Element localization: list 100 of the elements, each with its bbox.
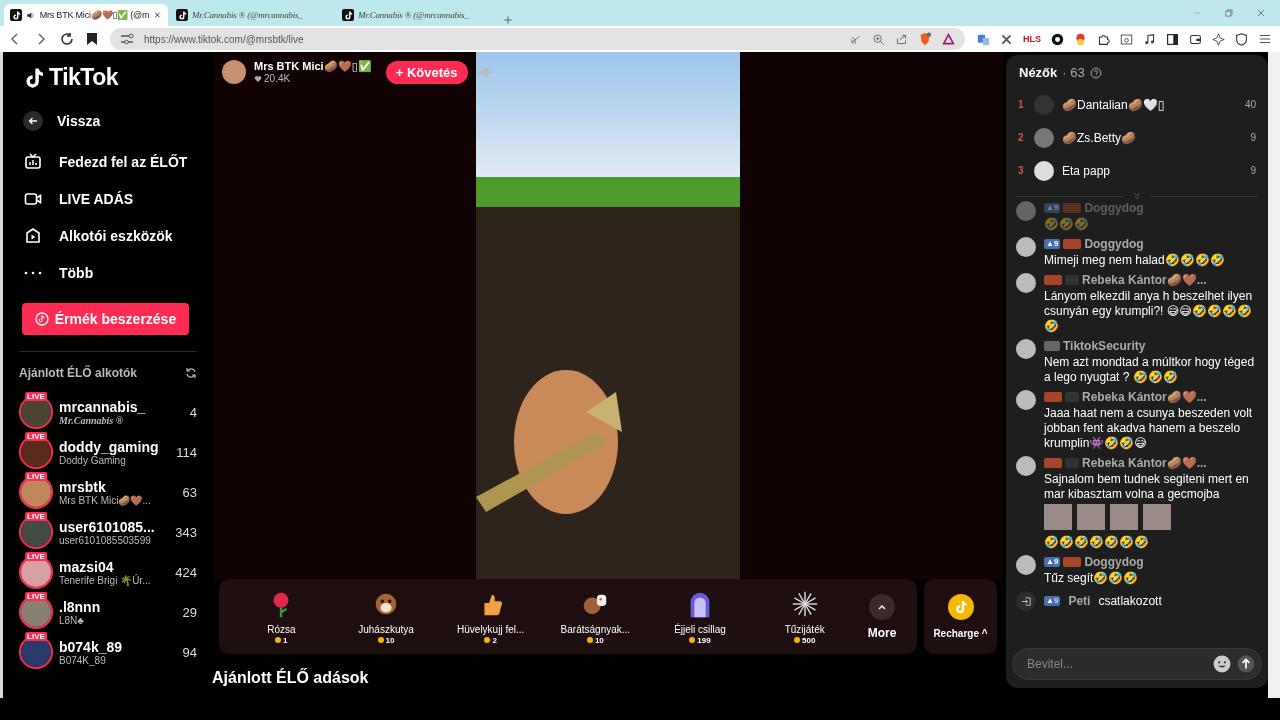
- new-tab-icon[interactable]: [502, 14, 514, 26]
- refresh-icon[interactable]: [185, 367, 197, 379]
- live-badge: LIVE: [25, 512, 47, 521]
- creator-username: doddy_gaming: [59, 438, 160, 455]
- color-ball-icon[interactable]: [1074, 32, 1087, 46]
- extension-label[interactable]: HLS: [1023, 34, 1041, 44]
- menu-icon[interactable]: [1258, 32, 1272, 46]
- avatar-circle: [1034, 160, 1054, 181]
- user-name[interactable]: Doggydog: [1084, 555, 1144, 569]
- user-name[interactable]: Rebeka Kántor🥔🤎...: [1082, 456, 1207, 470]
- gift-item[interactable]: Hüvelykujj fel... 2: [438, 588, 543, 645]
- live-badge: LIVE: [25, 392, 47, 401]
- user-name[interactable]: Rebeka Kántor🥔🤎...: [1082, 390, 1207, 404]
- share-arrow-icon[interactable]: [475, 64, 492, 80]
- top-viewer-item[interactable]: 1 🥔Dantalian🥔🤍▯ 40: [1006, 88, 1268, 121]
- reload-icon[interactable]: [60, 32, 74, 46]
- tiktok-favicon-icon: [342, 9, 354, 21]
- site-settings-icon[interactable]: [120, 33, 134, 45]
- triangle-icon[interactable]: [942, 32, 955, 46]
- user-name[interactable]: Doggydog: [1084, 237, 1144, 251]
- puzzle-icon[interactable]: [1097, 32, 1110, 46]
- viewer-score: 9: [1250, 132, 1256, 143]
- get-coins-button[interactable]: Érmék beszerzése: [22, 303, 189, 335]
- send-icon[interactable]: [1237, 655, 1255, 673]
- tab-title: Mrs BTK Mici🥔🤎▯✅ (@m: [39, 10, 150, 20]
- message-text: 🤣🤣🤣: [1044, 217, 1090, 232]
- gift-item[interactable]: Tűzijáték 500: [752, 588, 858, 645]
- enter-icon: [1016, 591, 1036, 611]
- nav-item[interactable]: LIVE ADÁS: [19, 180, 197, 217]
- sparkle-icon[interactable]: [1212, 32, 1225, 46]
- browser-tab[interactable]: Mr.Cannabis ® (@mrcannabis_: [170, 4, 334, 26]
- creator-item[interactable]: LIVE .l8nnn L8N♣ 29: [19, 592, 197, 632]
- top-viewer-item[interactable]: 3 Eta papp 9: [1006, 154, 1268, 187]
- browser-tab[interactable]: Mr.Cannabis ® (@mrcannabis_: [336, 4, 500, 26]
- comment-input[interactable]: Bevitel...: [1025, 656, 1207, 672]
- nav-item[interactable]: Fedezd fel az ÉLŐT: [19, 143, 197, 180]
- music-note-icon[interactable]: [1143, 32, 1156, 46]
- gift-item[interactable]: Juhászkutya 10: [333, 588, 439, 645]
- share-icon[interactable]: [895, 32, 908, 46]
- heart-icon: [254, 74, 262, 83]
- circle-logo-icon[interactable]: [1051, 32, 1064, 46]
- nav-item[interactable]: Több: [19, 254, 197, 291]
- user-name[interactable]: Rebeka Kántor🥔🤎...: [1082, 273, 1207, 287]
- gift-item[interactable]: Rózsa 1: [229, 588, 334, 645]
- viewer-score: 40: [1244, 99, 1256, 110]
- gift-name: Hüvelykujj fel...: [457, 623, 525, 635]
- more-button[interactable]: More: [857, 592, 908, 641]
- gift-name: Barátságnyak...: [560, 623, 631, 635]
- lion-shield-icon[interactable]: [918, 32, 932, 46]
- shield-icon[interactable]: [1235, 32, 1248, 46]
- viewer-count: 94: [182, 644, 197, 660]
- browser-tab[interactable]: Mrs BTK Mici🥔🤎▯✅ (@m: [4, 4, 168, 26]
- sidebar-icon[interactable]: [1166, 32, 1179, 46]
- gift-item[interactable]: Éjjeli csillag 199: [647, 588, 753, 645]
- creator-item[interactable]: LIVE mazsi04 Tenerife Brigi 🌴Úr... 424: [19, 552, 197, 592]
- creator-item[interactable]: LIVE mrsbtk Mrs BTK Mici🥔🤎... 63: [19, 472, 197, 512]
- creator-display-name: Mr.Cannabis ®: [59, 414, 125, 426]
- creator-display-name: Mrs BTK Mici🥔🤎...: [59, 494, 152, 506]
- fan-badge: [1063, 203, 1082, 213]
- bookmark-icon[interactable]: [86, 32, 98, 46]
- gift-price: 199: [697, 635, 711, 645]
- creator-username: mrcannabis_: [59, 398, 147, 415]
- sticker-image: [1143, 504, 1171, 530]
- logo-text: TikTok: [49, 64, 118, 91]
- coin-icon: [689, 637, 696, 643]
- creator-item[interactable]: LIVE mrcannabis_ Mr.Cannabis ® 4: [19, 392, 197, 432]
- back-link[interactable]: Vissza: [19, 107, 197, 135]
- user-name[interactable]: Peti: [1068, 594, 1091, 608]
- moderator-badge: [1044, 341, 1060, 351]
- cross-icon[interactable]: [1000, 32, 1013, 46]
- message-text: Tűz segít🤣🤣🤣: [1044, 571, 1140, 586]
- level-badge: ▲9: [1044, 596, 1061, 606]
- more-icon: [24, 270, 42, 275]
- help-icon[interactable]: [1089, 66, 1102, 79]
- creator-username: b074k_89: [59, 638, 124, 655]
- user-name[interactable]: TiktokSecurity: [1063, 339, 1146, 353]
- creator-item[interactable]: LIVE user6101085... user6101085503599 343: [19, 512, 197, 552]
- tab-title: Mr.Cannabis ® (@mrcannabis_: [358, 10, 470, 20]
- gift-item[interactable]: Barátságnyak... 10: [543, 588, 648, 645]
- viewer-count: 424: [175, 564, 197, 580]
- comment-field[interactable]: Bevitel...: [1012, 648, 1262, 680]
- zoom-icon[interactable]: [872, 32, 885, 46]
- recharge-button[interactable]: Recharge ^: [924, 579, 997, 654]
- smiley-icon[interactable]: [1213, 655, 1231, 673]
- restore-icon[interactable]: [1224, 8, 1234, 18]
- top-viewer-item[interactable]: 2 🥔Zs.Betty🥔 9: [1006, 121, 1268, 154]
- wallet-icon[interactable]: [1189, 32, 1202, 46]
- join-text: csatlakozott: [1098, 594, 1162, 608]
- message-text: Jaaa haat nem a csunya beszeden volt jobban fent akadva hanem a beszelo krumplin👾🤣🤣😅: [1044, 406, 1254, 451]
- close-icon[interactable]: [1256, 8, 1266, 18]
- gift-price: 2: [492, 635, 497, 645]
- translate-icon[interactable]: [977, 32, 990, 46]
- nav-item[interactable]: Alkotói eszközök: [19, 217, 197, 254]
- close-icon[interactable]: [153, 10, 162, 20]
- sticker-image: [1044, 504, 1072, 530]
- creator-item[interactable]: LIVE b074k_89 B074K_89 94: [19, 632, 197, 672]
- creator-item[interactable]: LIVE doddy_gaming Doddy Gaming 114: [19, 432, 197, 472]
- window-search-icon[interactable]: [1120, 32, 1133, 46]
- address-bar[interactable]: https://www.tiktok.com/@mrsbtk/live: [110, 28, 965, 50]
- gift-name: Éjjeli csillag: [674, 623, 726, 635]
